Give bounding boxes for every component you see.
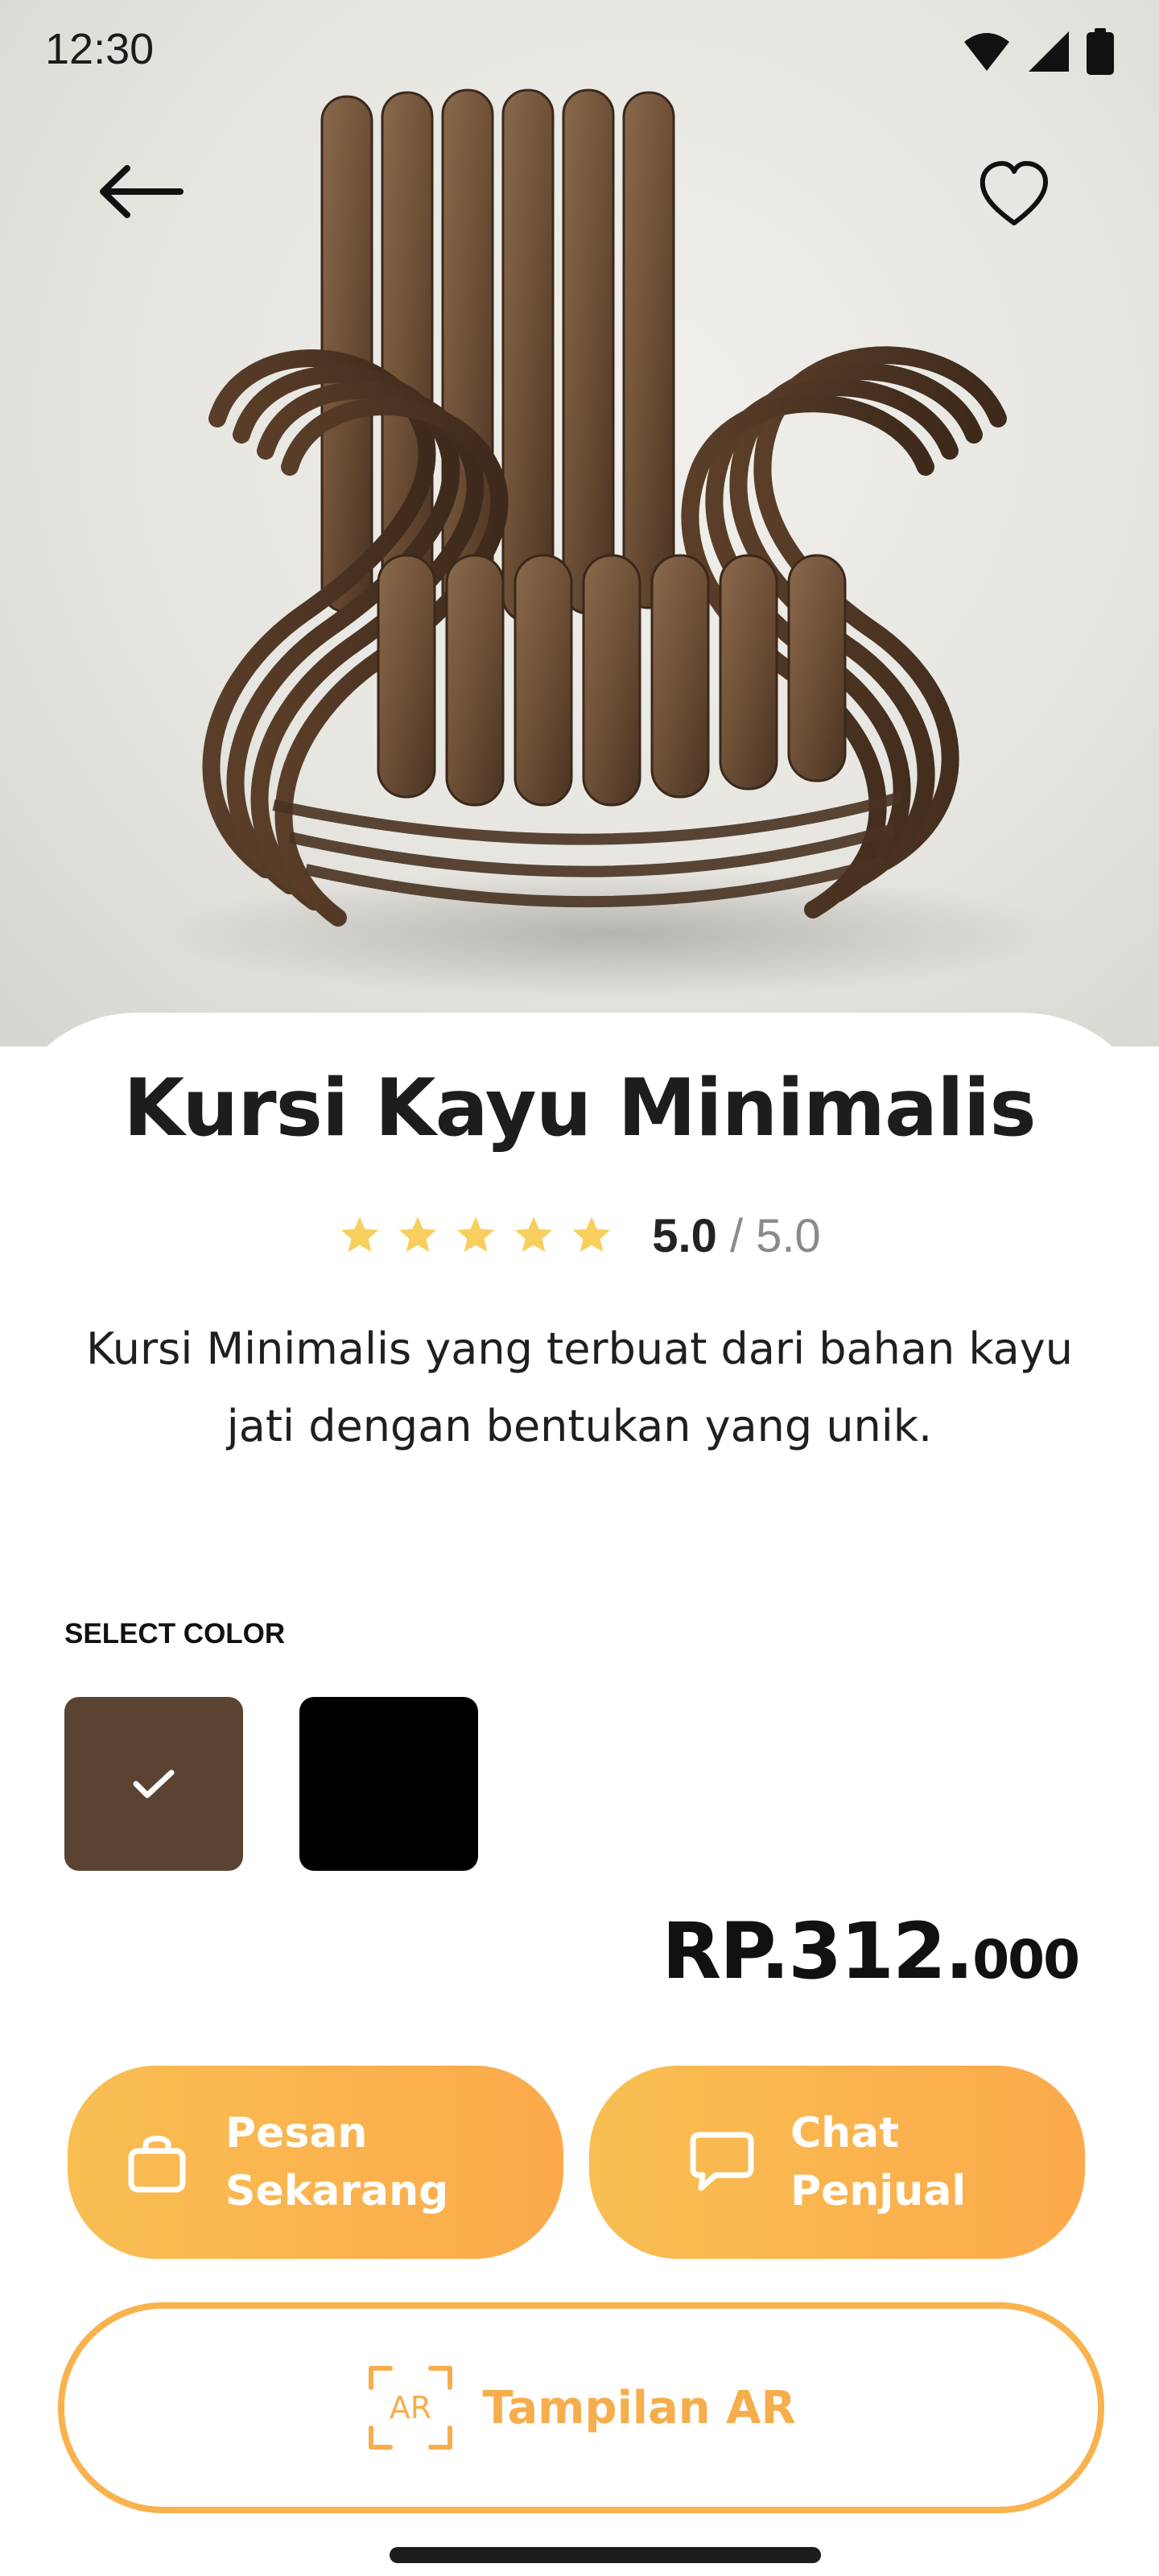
star-icon — [512, 1214, 555, 1257]
shopping-bag-icon — [121, 2126, 193, 2198]
select-color-label: SELECT COLOR — [64, 1618, 286, 1649]
product-description: Kursi Minimalis yang terbuat dari bahan … — [86, 1323, 1073, 1451]
star-icon — [570, 1214, 613, 1257]
rating-value: 5.0 — [652, 1209, 717, 1262]
order-now-line2: Sekarang — [225, 2167, 449, 2215]
chat-seller-line2: Penjual — [790, 2167, 967, 2215]
product-title: Kursi Kayu Minimalis — [123, 1063, 1036, 1154]
ar-icon-text: AR — [390, 2390, 431, 2425]
price-main: RP.312. — [662, 1906, 974, 1996]
arrow-left-icon — [100, 165, 184, 218]
chat-bubble-icon — [686, 2126, 758, 2198]
ar-view-label: Tampilan AR — [482, 2381, 796, 2434]
back-button[interactable] — [76, 143, 205, 240]
order-now-button[interactable]: Pesan Sekarang — [68, 2066, 563, 2259]
chat-seller-line1: Chat — [790, 2109, 900, 2157]
rating-separator: / — [729, 1209, 744, 1262]
star-icon — [338, 1214, 382, 1257]
status-time: 12:30 — [45, 25, 155, 73]
star-icon — [396, 1214, 439, 1257]
battery-icon — [1087, 28, 1114, 75]
wifi-icon — [964, 33, 1009, 71]
rating-row: 5.0 / 5.0 — [0, 1203, 1159, 1268]
product-detail-screen: 12:30 Kursi Kayu Minimalis 5.0 / 5.0 Kur… — [0, 0, 1159, 2576]
price-cents: 000 — [972, 1929, 1080, 1991]
order-now-label: Pesan Sekarang — [225, 2104, 448, 2220]
color-swatch-brown[interactable] — [64, 1697, 243, 1871]
chat-seller-button[interactable]: Chat Penjual — [589, 2066, 1085, 2259]
chat-seller-label: Chat Penjual — [790, 2104, 966, 2220]
product-price: RP.312. 000 — [662, 1906, 1080, 1996]
signal-icon — [1029, 31, 1069, 72]
star-icon — [454, 1214, 497, 1257]
favorite-button[interactable] — [942, 142, 1087, 246]
status-bar: 12:30 — [0, 0, 1159, 105]
heart-icon — [980, 161, 1048, 225]
ar-view-button[interactable]: AR Tampilan AR — [58, 2302, 1104, 2513]
check-icon — [133, 1769, 175, 1798]
rating-max: 5.0 — [756, 1209, 821, 1262]
rating-stars — [338, 1214, 613, 1257]
status-icons — [963, 27, 1114, 76]
ar-scan-icon: AR — [366, 2363, 455, 2452]
home-indicator[interactable] — [390, 2547, 821, 2563]
color-swatch-black[interactable] — [299, 1697, 478, 1871]
order-now-line1: Pesan — [225, 2109, 368, 2157]
